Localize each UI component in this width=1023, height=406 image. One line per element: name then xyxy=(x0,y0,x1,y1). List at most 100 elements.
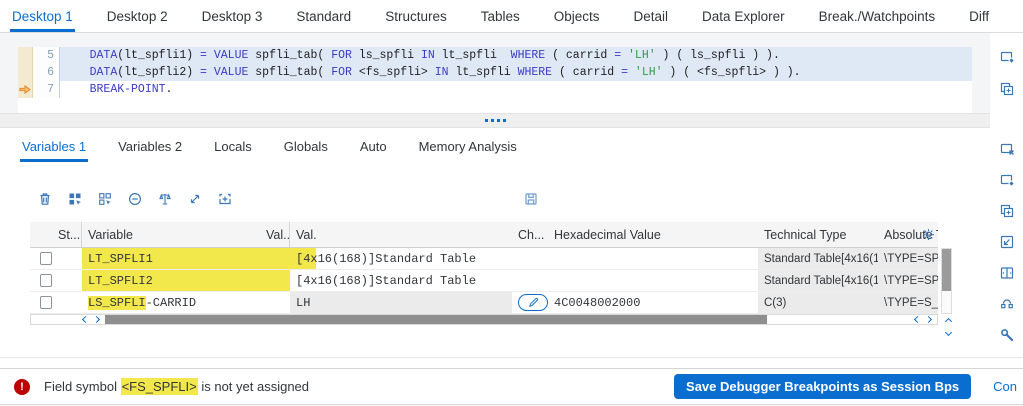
scroll-left-icon[interactable] xyxy=(81,315,90,324)
variable-name-cell[interactable]: LT_SPFLI1 xyxy=(82,248,260,269)
code-line[interactable]: 6 DATA(lt_spfli2) = VALUE spfli_tab( FOR… xyxy=(18,64,972,81)
vertical-scrollbar-thumb[interactable] xyxy=(942,249,951,291)
settings-wrench-icon[interactable] xyxy=(998,326,1015,343)
status-cell xyxy=(52,248,82,269)
change-cell xyxy=(512,270,548,291)
absolute-type-cell: \TYPE=SPF xyxy=(878,248,938,269)
tab-break-watchpoints[interactable]: Break./Watchpoints xyxy=(817,3,938,32)
variable-row[interactable]: LS_SPFLI -CARRID LH 4C0048002000 C(3) \TYPE=S… xyxy=(30,292,938,314)
change-cell xyxy=(512,248,548,269)
value-cell[interactable]: LH xyxy=(290,292,512,313)
value-cell[interactable]: [4x16(168)]Standard Table xyxy=(290,270,512,291)
header-val[interactable]: Val. xyxy=(290,228,512,242)
header-val-short[interactable]: Val... xyxy=(260,222,290,247)
code-editor[interactable]: 5 DATA(lt_spfli1) = VALUE spfli_tab( FOR… xyxy=(18,47,972,113)
breakpoint-margin[interactable] xyxy=(18,47,33,64)
tab-desktop-2[interactable]: Desktop 2 xyxy=(105,3,170,32)
tab-memory-analysis[interactable]: Memory Analysis xyxy=(417,133,519,162)
split-view-icon[interactable] xyxy=(998,80,1015,97)
compare-variables-icon[interactable] xyxy=(156,190,173,207)
create-watchpoint-icon[interactable] xyxy=(216,190,233,207)
variables-toolbar xyxy=(36,190,233,207)
val-short-cell xyxy=(260,270,290,291)
scroll-right-icon[interactable] xyxy=(92,315,101,324)
tab-globals[interactable]: Globals xyxy=(282,133,330,162)
row-checkbox[interactable] xyxy=(40,252,52,265)
split-view-icon[interactable] xyxy=(998,202,1015,219)
header-hexadecimal-value[interactable]: Hexadecimal Value xyxy=(548,228,758,242)
splitter-dot xyxy=(490,119,494,122)
status-message: Field symbol <FS_SPFLI> is not yet assig… xyxy=(44,378,310,395)
deselect-services-icon[interactable] xyxy=(96,190,113,207)
popout-icon[interactable] xyxy=(998,171,1015,188)
change-value-button[interactable] xyxy=(518,294,548,311)
save-breakpoints-button[interactable]: Save Debugger Breakpoints as Session Bps xyxy=(674,374,972,399)
variables-panel-toolbar xyxy=(990,140,1023,343)
select-services-icon[interactable] xyxy=(66,190,83,207)
variable-name-cell[interactable]: LS_SPFLI -CARRID xyxy=(82,292,260,313)
tab-variables-1[interactable]: Variables 1 xyxy=(20,133,89,162)
tab-diff[interactable]: Diff xyxy=(967,3,991,32)
status-bar: ! Field symbol <FS_SPFLI> is not yet ass… xyxy=(0,368,1023,405)
hexadecimal-value-cell: 4C0048002000 xyxy=(554,295,641,310)
scroll-up-down-buttons xyxy=(944,317,953,337)
tab-desktop-3[interactable]: Desktop 3 xyxy=(200,3,265,32)
error-icon: ! xyxy=(14,378,30,395)
code-line[interactable]: 5 DATA(lt_spfli1) = VALUE spfli_tab( FOR… xyxy=(18,47,972,64)
tab-tables[interactable]: Tables xyxy=(479,3,522,32)
variables-tab-bar: Variables 1 Variables 2 Locals Globals A… xyxy=(0,128,990,162)
vertical-scrollbar[interactable] xyxy=(941,248,952,314)
code-text: DATA(lt_spfli2) = VALUE spfli_tab( FOR <… xyxy=(60,64,972,81)
variable-row[interactable]: LT_SPFLI2 [4x16(168)]Standard Table Standa… xyxy=(30,270,938,292)
header-status[interactable]: St... xyxy=(52,222,82,247)
row-checkbox[interactable] xyxy=(40,274,52,287)
delete-icon[interactable] xyxy=(36,190,53,207)
hexadecimal-value-cell xyxy=(548,248,758,269)
panel-splitter-handle[interactable] xyxy=(0,113,990,128)
unlink-icon[interactable] xyxy=(998,295,1015,312)
splitter-dot xyxy=(484,119,488,122)
scroll-right-icon[interactable] xyxy=(924,315,933,324)
swap-icon[interactable] xyxy=(186,190,203,207)
restore-view-icon[interactable] xyxy=(998,233,1015,250)
tab-variables-2[interactable]: Variables 2 xyxy=(116,133,184,162)
remove-line-icon[interactable] xyxy=(126,190,143,207)
gear-icon[interactable] xyxy=(921,227,936,245)
tab-detail[interactable]: Detail xyxy=(632,3,671,32)
horizontal-scrollbar-thumb[interactable] xyxy=(105,315,767,324)
line-number: 7 xyxy=(33,81,60,98)
technical-type-cell: Standard Table[4x16(16. xyxy=(758,270,878,291)
close-view-icon[interactable] xyxy=(998,140,1015,157)
tab-locals[interactable]: Locals xyxy=(212,133,254,162)
popout-icon[interactable] xyxy=(998,48,1015,65)
header-variable[interactable]: Variable xyxy=(82,228,260,242)
row-checkbox[interactable] xyxy=(40,296,52,309)
tab-structures[interactable]: Structures xyxy=(383,3,449,32)
tab-auto[interactable]: Auto xyxy=(358,133,389,162)
variable-row[interactable]: LT_SPFLI1 [4x16(168)]Standard Table Standa… xyxy=(30,248,938,270)
breakpoint-margin[interactable] xyxy=(18,64,33,81)
splitter-dot xyxy=(502,119,506,122)
scroll-down-icon[interactable] xyxy=(944,328,953,337)
variable-name-cell[interactable]: LT_SPFLI2 xyxy=(82,270,260,291)
header-technical-type[interactable]: Technical Type xyxy=(758,228,878,242)
value-cell[interactable]: [4x16(168)]Standard Table xyxy=(290,248,512,269)
tab-standard[interactable]: Standard xyxy=(294,3,353,32)
source-code-panel: 5 DATA(lt_spfli1) = VALUE spfli_tab( FOR… xyxy=(0,33,990,120)
variables-table-rows: LT_SPFLI1 [4x16(168)]Standard Table Standa… xyxy=(30,248,938,314)
change-cell xyxy=(512,292,548,313)
header-change[interactable]: Ch... xyxy=(512,228,548,242)
tab-data-explorer[interactable]: Data Explorer xyxy=(700,3,787,32)
code-line[interactable]: 7 BREAK-POINT. xyxy=(18,81,972,98)
resize-columns-icon[interactable] xyxy=(998,264,1015,281)
scroll-up-icon[interactable] xyxy=(944,317,953,326)
tab-objects[interactable]: Objects xyxy=(552,3,602,32)
line-number: 6 xyxy=(33,64,60,81)
panel-divider xyxy=(0,357,1023,358)
horizontal-scrollbar[interactable] xyxy=(30,314,938,325)
current-statement-arrow-icon[interactable] xyxy=(18,81,33,98)
save-icon[interactable] xyxy=(522,190,539,207)
configure-link[interactable]: Con xyxy=(993,379,1017,394)
tab-desktop-1[interactable]: Desktop 1 xyxy=(10,3,75,32)
scroll-left-icon[interactable] xyxy=(913,315,922,324)
